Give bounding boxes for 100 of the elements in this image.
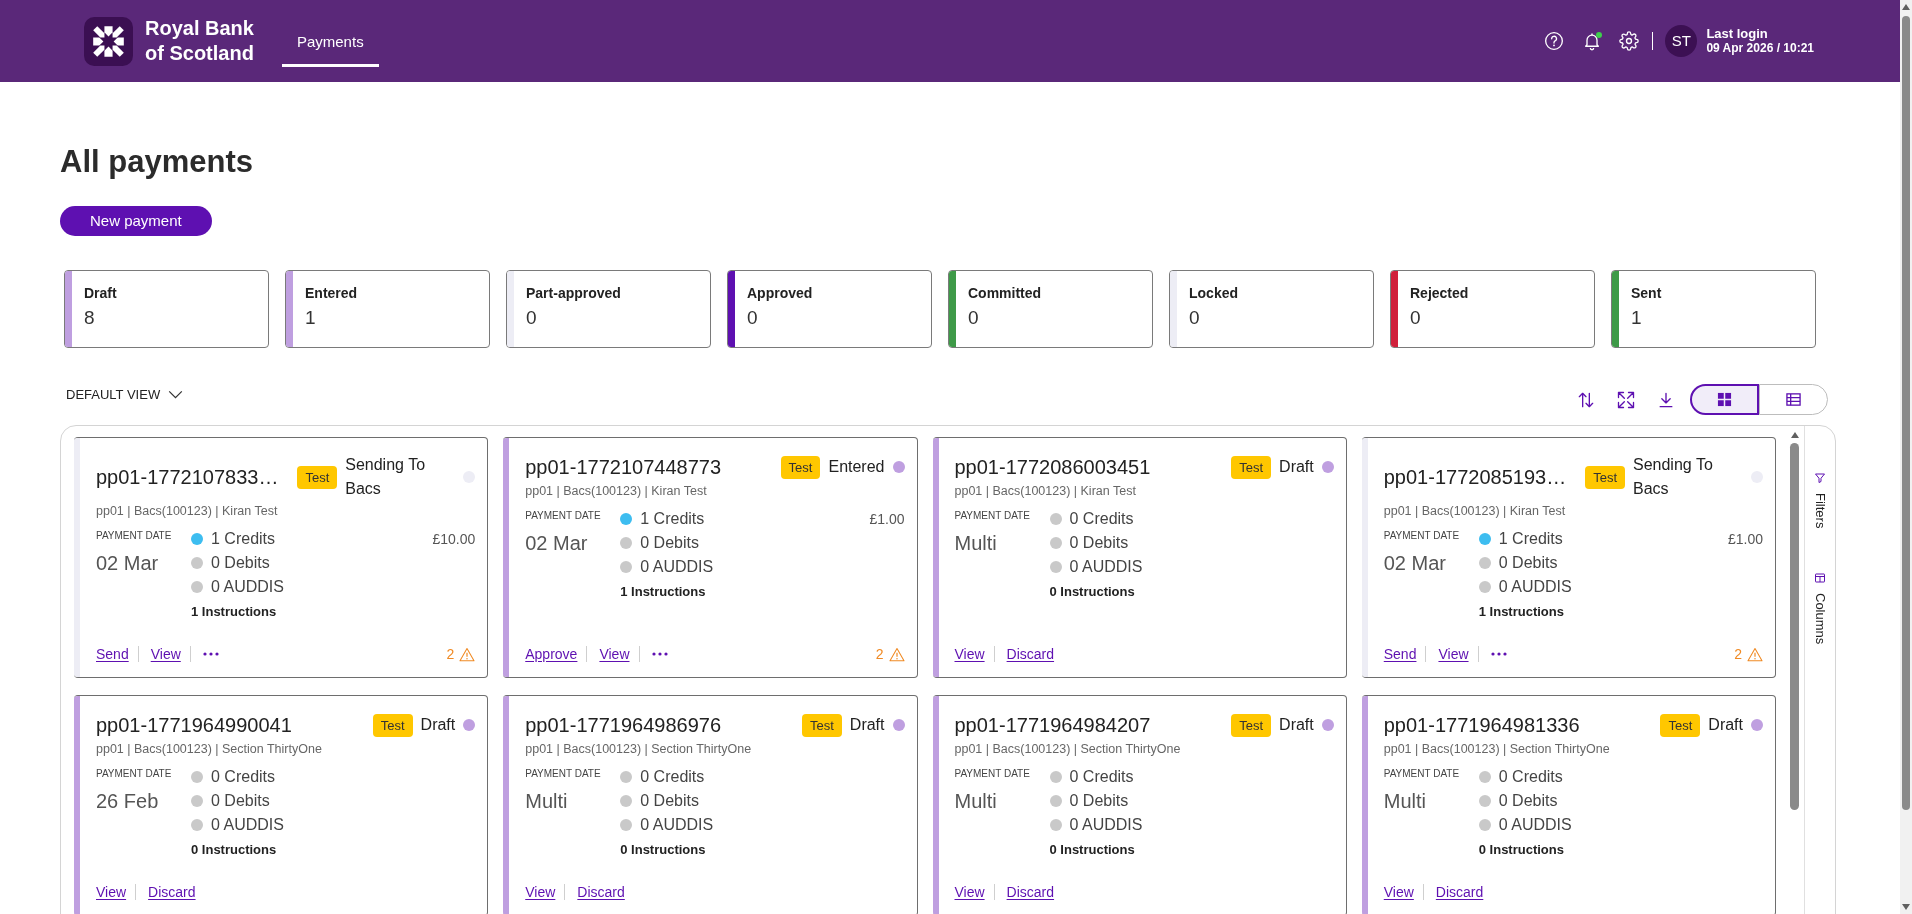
avatar[interactable]: ST: [1665, 25, 1698, 57]
count-text: 0 Credits: [1498, 767, 1563, 787]
label-badge: Test: [1585, 465, 1625, 489]
action-link[interactable]: Approve: [525, 644, 578, 664]
count-text: 0 Debits: [211, 791, 270, 811]
instructions-count: 0 Instructions: [1049, 841, 1135, 859]
payment-date: Multi: [954, 789, 997, 814]
instructions-count: 0 Instructions: [620, 841, 706, 859]
filters-button[interactable]: Filters: [1812, 472, 1828, 529]
instructions-count: 1 Instructions: [1478, 603, 1564, 621]
action-link[interactable]: Send: [96, 644, 129, 664]
funnel-icon: [1814, 472, 1826, 484]
help-icon[interactable]: [1544, 31, 1565, 51]
action-link[interactable]: View: [599, 644, 630, 664]
label-badge: Test: [297, 465, 338, 489]
count-text: 0 Credits: [640, 767, 705, 787]
payment-date: Multi: [954, 531, 997, 556]
nav-tab[interactable]: Payments: [281, 32, 379, 67]
action-link[interactable]: Discard: [1006, 644, 1055, 664]
chevron-down-icon: [168, 390, 184, 399]
count-text: 0 Credits: [1069, 509, 1134, 529]
status-card[interactable]: Locked 0: [1169, 270, 1374, 348]
action-link[interactable]: Discard: [577, 882, 625, 902]
count-text: 0 AUDDIS: [1498, 577, 1572, 597]
count-text: 0 Debits: [640, 791, 699, 811]
status-text: Draft: [1708, 715, 1743, 735]
payment-date: 26 Feb: [96, 789, 159, 814]
view-dropdown[interactable]: DEFAULT VIEW: [66, 386, 184, 403]
scroll-up-icon[interactable]: [1902, 4, 1910, 10]
payment-date: 02 Mar: [96, 551, 159, 576]
action-link[interactable]: View: [1383, 882, 1414, 902]
count-text: 1 Credits: [1498, 529, 1563, 549]
page-scrollbar-thumb[interactable]: [1902, 16, 1910, 810]
more-icon[interactable]: [202, 652, 219, 656]
status-label: Sent: [1631, 284, 1662, 302]
expand-icon[interactable]: [1616, 389, 1636, 410]
count-text: 1 Credits: [640, 509, 705, 529]
action-link[interactable]: Discard: [148, 882, 196, 902]
last-login-time: 09 Apr 2026 / 10:21: [1706, 41, 1814, 56]
action-link[interactable]: Discard: [1435, 882, 1484, 902]
instructions-count: 0 Instructions: [191, 841, 277, 859]
status-card[interactable]: Committed 0: [948, 270, 1153, 348]
warning-count: 2: [875, 645, 884, 664]
count-text: 0 Debits: [640, 533, 699, 553]
label-badge: Test: [1231, 713, 1272, 737]
action-link[interactable]: View: [150, 644, 181, 664]
date-label: PAYMENT DATE: [1383, 529, 1460, 543]
payment-details: pp01 | Bacs(100123) | Kiran Test: [96, 503, 279, 519]
scroll-down-icon[interactable]: [1902, 904, 1910, 910]
status-text: Draft: [1279, 715, 1314, 735]
instructions-count: 0 Instructions: [1049, 583, 1135, 601]
table-icon: [1786, 392, 1801, 407]
payment-id: pp01-1771964984207: [954, 713, 1152, 738]
more-icon[interactable]: [1490, 652, 1507, 656]
status-card[interactable]: Entered 1: [285, 270, 490, 348]
label-badge: Test: [372, 713, 413, 737]
status-card[interactable]: Draft 8: [64, 270, 269, 348]
action-link[interactable]: View: [954, 882, 985, 902]
amount: £10.00: [432, 530, 476, 549]
instructions-count: 1 Instructions: [191, 603, 277, 621]
status-card[interactable]: Approved 0: [727, 270, 932, 348]
payment-date: 02 Mar: [1383, 551, 1446, 576]
action-link[interactable]: View: [525, 882, 556, 902]
payment-id: pp01-1771964981336: [1383, 713, 1581, 738]
status-card[interactable]: Sent 1: [1611, 270, 1816, 348]
count-text: 0 Debits: [1069, 791, 1129, 811]
label-badge: Test: [1231, 455, 1272, 479]
count-text: 0 Debits: [1498, 791, 1558, 811]
scrollbar-thumb[interactable]: [1790, 443, 1799, 810]
status-card[interactable]: Rejected 0: [1390, 270, 1595, 348]
status-text: Draft: [849, 715, 885, 735]
status-count: 1: [305, 306, 316, 330]
scroll-up-icon[interactable]: [1791, 432, 1799, 438]
action-link[interactable]: Send: [1383, 644, 1417, 664]
action-link[interactable]: Discard: [1006, 882, 1055, 902]
action-link[interactable]: View: [954, 644, 985, 664]
payment-id: pp01-1772107833…: [96, 465, 280, 490]
new-payment-button[interactable]: New payment: [60, 206, 212, 236]
list-view-button[interactable]: [1759, 384, 1828, 415]
action-link[interactable]: View: [96, 882, 127, 902]
status-text: Sending To Bacs: [345, 455, 427, 499]
count-text: 0 AUDDIS: [211, 815, 284, 835]
date-label: PAYMENT DATE: [96, 767, 172, 781]
settings-icon[interactable]: [1619, 31, 1640, 51]
warning-count: 2: [1734, 645, 1742, 664]
status-count: 0: [1410, 306, 1421, 330]
columns-button[interactable]: Columns: [1812, 572, 1828, 645]
more-icon[interactable]: [651, 652, 668, 656]
amount: £1.00: [869, 510, 905, 529]
action-link[interactable]: View: [1438, 644, 1469, 664]
grid-view-button[interactable]: [1690, 384, 1759, 415]
grid-icon: [1717, 392, 1732, 407]
payment-id: pp01-1772107448773: [525, 455, 722, 480]
count-text: 0 AUDDIS: [1498, 815, 1572, 835]
count-text: 0 AUDDIS: [640, 557, 714, 577]
label-badge: Test: [780, 455, 821, 479]
logo-icon[interactable]: [84, 16, 133, 66]
status-card[interactable]: Part-approved 0: [506, 270, 711, 348]
status-label: Rejected: [1410, 284, 1469, 302]
status-text: Sending To Bacs: [1633, 455, 1714, 499]
